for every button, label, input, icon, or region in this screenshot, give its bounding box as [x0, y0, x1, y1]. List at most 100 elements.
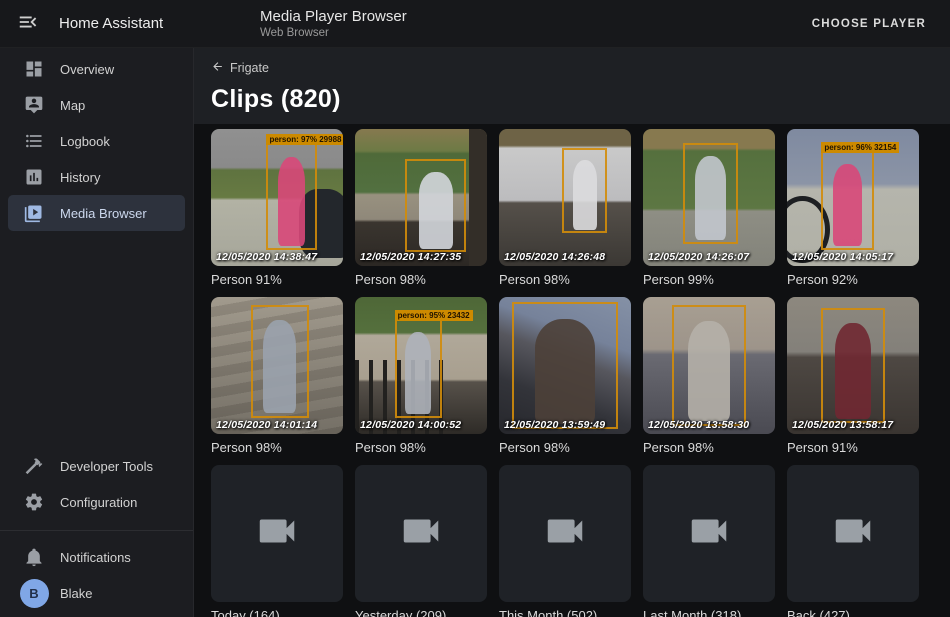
folder-thumbnail — [499, 465, 631, 602]
play-box-multiple-icon — [8, 203, 60, 223]
person-figure — [278, 157, 306, 245]
detection-label: person: 95% 23432 — [395, 310, 473, 321]
sidebar-item-overview[interactable]: Overview — [8, 51, 185, 87]
person-figure — [405, 332, 431, 413]
clip-timestamp: 12/05/2020 14:27:35 — [360, 251, 461, 263]
person-figure — [419, 172, 453, 249]
folder-card-today[interactable]: Today (164) — [211, 465, 343, 617]
folder-card-this-month[interactable]: This Month (502) — [499, 465, 631, 617]
menu-open-icon — [17, 11, 39, 36]
person-figure — [263, 320, 295, 413]
page-title: Clips (820) — [211, 85, 934, 114]
clip-card[interactable]: 12/05/2020 14:26:07 Person 99% — [643, 129, 775, 288]
folder-label: Today (164) — [211, 607, 343, 617]
clip-card[interactable]: person: 95% 23432 12/05/2020 14:00:52 Pe… — [355, 297, 487, 456]
sidebar-item-media-browser[interactable]: Media Browser — [8, 195, 185, 231]
folder-label: This Month (502) — [499, 607, 631, 617]
bulleted-list-icon — [8, 131, 60, 151]
detection-bbox — [405, 159, 466, 252]
folder-thumbnail — [787, 465, 919, 602]
dialog-header: Media Player Browser Web Browser — [260, 8, 407, 40]
sidebar-item-label: Blake — [60, 586, 93, 601]
clip-timestamp: 12/05/2020 13:59:49 — [504, 419, 605, 431]
sidebar-toggle-button[interactable] — [8, 4, 48, 44]
clip-timestamp: 12/05/2020 13:58:17 — [792, 419, 893, 431]
clip-timestamp: 12/05/2020 14:38:47 — [216, 251, 317, 263]
folder-thumbnail — [211, 465, 343, 602]
topbar-left: Home Assistant — [0, 4, 194, 44]
clip-card[interactable]: 12/05/2020 13:58:17 Person 91% — [787, 297, 919, 456]
map-person-icon — [8, 95, 60, 115]
folder-thumbnail — [355, 465, 487, 602]
clip-card[interactable]: 12/05/2020 14:27:35 Person 98% — [355, 129, 487, 288]
folder-label: Back (427) — [787, 607, 919, 617]
video-camera-icon — [254, 508, 300, 559]
clip-timestamp: 12/05/2020 14:00:52 — [360, 419, 461, 431]
sidebar-item-map[interactable]: Map — [8, 87, 185, 123]
folder-label: Last Month (318) — [643, 607, 775, 617]
clip-timestamp: 12/05/2020 14:05:17 — [792, 251, 893, 263]
top-bar: Home Assistant Media Player Browser Web … — [0, 0, 950, 48]
sidebar-item-developer-tools[interactable]: Developer Tools — [8, 448, 185, 484]
sidebar-divider — [0, 530, 193, 531]
sidebar-item-history[interactable]: History — [8, 159, 185, 195]
person-figure — [573, 160, 598, 230]
clip-timestamp: 12/05/2020 13:58:30 — [648, 419, 749, 431]
clip-thumbnail: 12/05/2020 13:58:30 — [643, 297, 775, 434]
folder-card-yesterday[interactable]: Yesterday (209) — [355, 465, 487, 617]
hammer-icon — [8, 456, 60, 476]
detection-bbox — [672, 305, 746, 426]
detection-bbox: person: 95% 23432 — [395, 319, 443, 418]
clip-card[interactable]: 12/05/2020 14:01:14 Person 98% — [211, 297, 343, 456]
detection-bbox — [562, 148, 607, 233]
detection-bbox: person: 97% 29988 — [266, 143, 316, 250]
clip-caption: Person 98% — [499, 439, 631, 456]
person-figure — [833, 164, 862, 245]
clip-timestamp: 12/05/2020 14:26:48 — [504, 251, 605, 263]
clip-caption: Person 98% — [355, 439, 487, 456]
folder-card-back[interactable]: Back (427) — [787, 465, 919, 617]
clip-caption: Person 91% — [211, 271, 343, 288]
clip-caption: Person 98% — [499, 271, 631, 288]
avatar: B — [8, 579, 60, 608]
clip-grid: person: 97% 29988 12/05/2020 14:38:47 Pe… — [194, 124, 950, 617]
clip-card[interactable]: person: 97% 29988 12/05/2020 14:38:47 Pe… — [211, 129, 343, 288]
dialog-subtitle: Web Browser — [260, 26, 407, 40]
detection-bbox — [683, 143, 738, 244]
clip-timestamp: 12/05/2020 14:01:14 — [216, 419, 317, 431]
clip-caption: Person 98% — [355, 271, 487, 288]
sidebar-item-logbook[interactable]: Logbook — [8, 123, 185, 159]
folder-card-last-month[interactable]: Last Month (318) — [643, 465, 775, 617]
sidebar: Overview Map Logbook History — [0, 48, 194, 617]
media-browser-content: Frigate Clips (820) person: 97% 29988 12… — [194, 48, 950, 617]
person-figure — [535, 319, 596, 424]
clip-thumbnail: 12/05/2020 13:58:17 — [787, 297, 919, 434]
video-camera-icon — [542, 508, 588, 559]
clip-card[interactable]: 12/05/2020 13:59:49 Person 98% — [499, 297, 631, 456]
dialog-title: Media Player Browser — [260, 8, 407, 26]
person-figure — [688, 321, 730, 421]
sidebar-item-profile[interactable]: B Blake — [8, 575, 185, 611]
sidebar-item-label: Media Browser — [60, 206, 147, 221]
clip-thumbnail: 12/05/2020 14:26:07 — [643, 129, 775, 266]
choose-player-button[interactable]: CHOOSE PLAYER — [806, 10, 932, 38]
detection-bbox — [512, 302, 618, 428]
sidebar-item-notifications[interactable]: Notifications — [8, 539, 185, 575]
breadcrumb-back[interactable]: Frigate — [211, 60, 269, 76]
clip-caption: Person 98% — [211, 439, 343, 456]
clip-card[interactable]: 12/05/2020 14:26:48 Person 98% — [499, 129, 631, 288]
clip-card[interactable]: person: 96% 32154 12/05/2020 14:05:17 Pe… — [787, 129, 919, 288]
home-assistant-app: Home Assistant Media Player Browser Web … — [0, 0, 950, 617]
person-figure — [695, 156, 726, 240]
sidebar-item-label: Developer Tools — [60, 459, 153, 474]
view-dashboard-icon — [8, 59, 60, 79]
clip-thumbnail: 12/05/2020 13:59:49 — [499, 297, 631, 434]
clip-thumbnail: person: 97% 29988 12/05/2020 14:38:47 — [211, 129, 343, 266]
sidebar-item-configuration[interactable]: Configuration — [8, 484, 185, 520]
content-header: Frigate Clips (820) — [194, 48, 950, 124]
clip-thumbnail: 12/05/2020 14:27:35 — [355, 129, 487, 266]
back-arrow-icon — [211, 60, 224, 76]
detection-bbox — [251, 305, 309, 417]
clip-card[interactable]: 12/05/2020 13:58:30 Person 98% — [643, 297, 775, 456]
detection-bbox — [821, 308, 884, 423]
